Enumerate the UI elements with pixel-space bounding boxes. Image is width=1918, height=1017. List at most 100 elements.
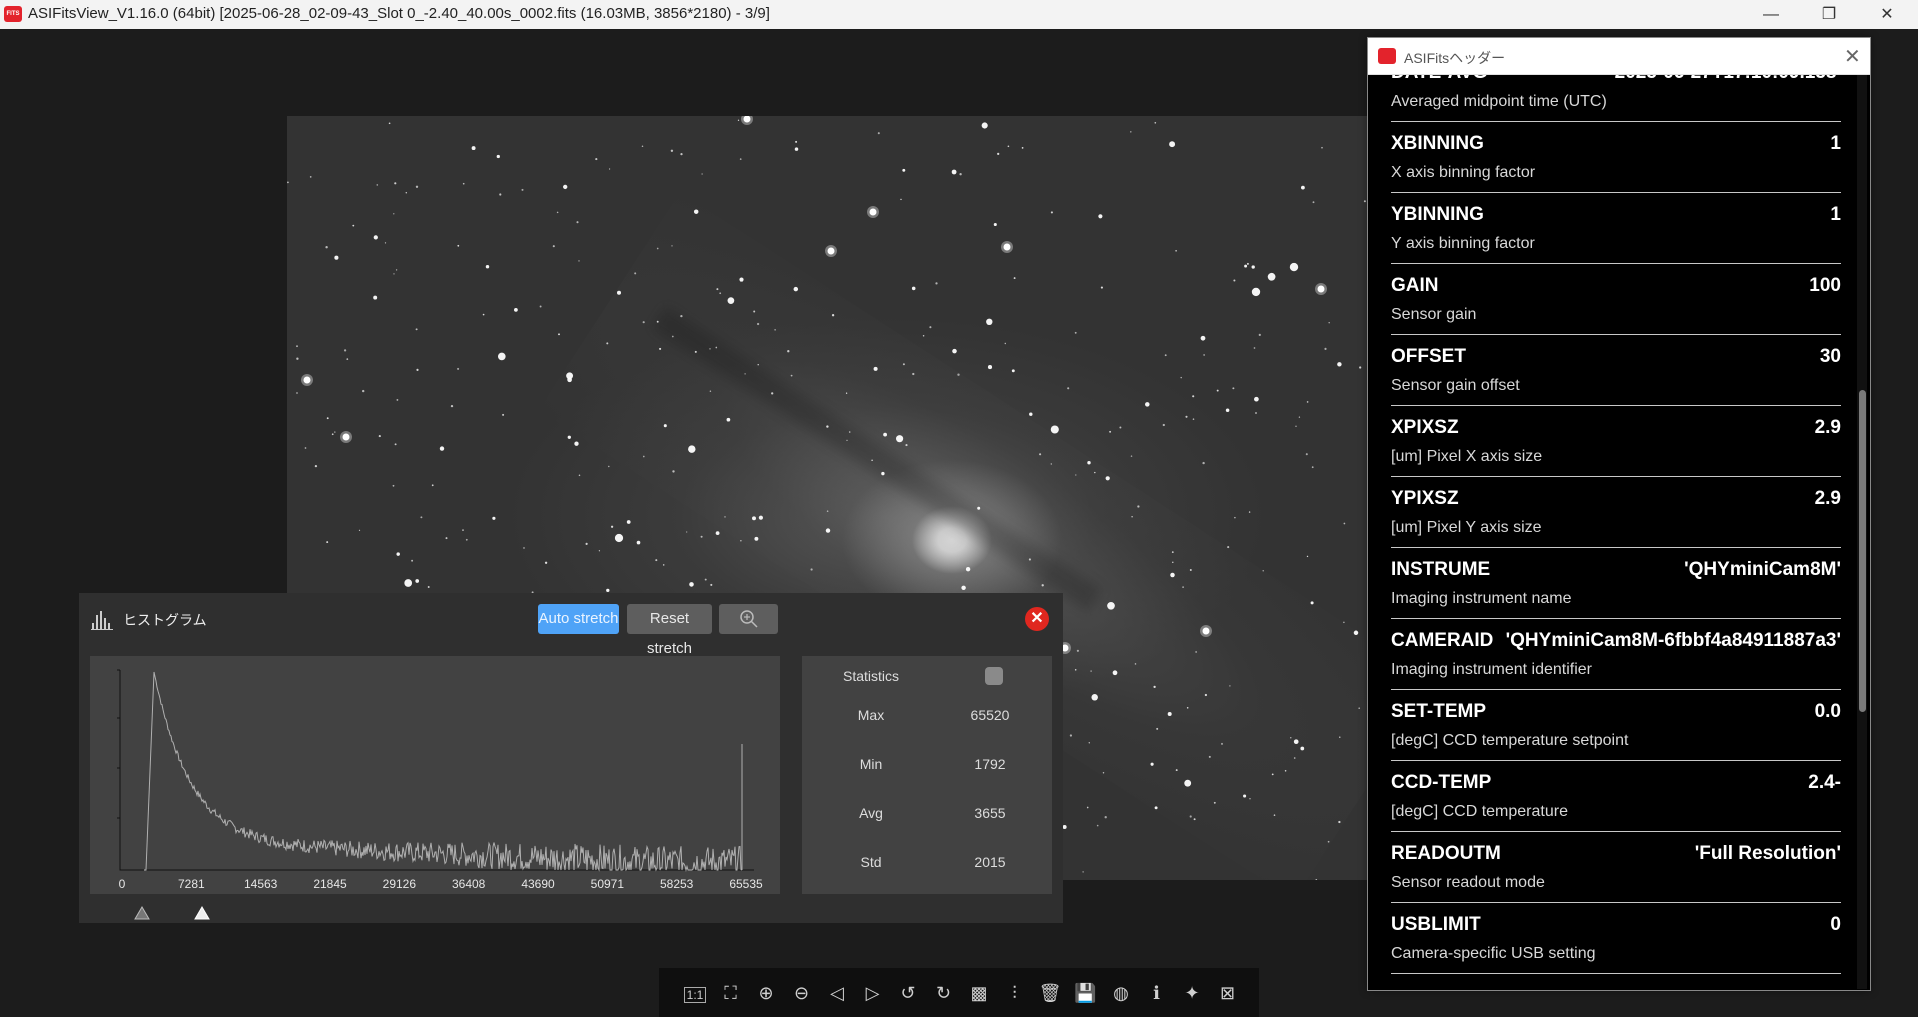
star — [411, 559, 414, 562]
actual-size-button[interactable]: 1:1 — [682, 980, 708, 1006]
star — [496, 154, 500, 159]
star — [986, 318, 993, 325]
star — [1137, 505, 1140, 508]
star — [753, 310, 756, 313]
star — [1112, 670, 1118, 676]
star — [1172, 561, 1174, 564]
star — [523, 547, 525, 549]
star — [287, 181, 289, 184]
zoom-in-button[interactable]: ⊕ — [753, 980, 779, 1006]
x-tick-label: 36408 — [452, 877, 486, 891]
stretch-icon: ◍ — [1113, 983, 1129, 1003]
star — [609, 168, 611, 170]
star — [1306, 555, 1309, 558]
star — [1153, 685, 1156, 689]
star — [1233, 279, 1236, 282]
zoom-out-button[interactable]: ⊖ — [789, 980, 815, 1006]
star — [719, 292, 722, 295]
star — [1100, 286, 1103, 289]
restore-button[interactable]: ❐ — [1806, 0, 1852, 29]
star — [1082, 871, 1084, 873]
star — [1246, 262, 1249, 265]
star — [358, 529, 361, 531]
star — [567, 435, 571, 439]
star — [384, 242, 387, 244]
star — [1295, 425, 1297, 427]
star — [1271, 773, 1274, 776]
header-key: OFFSET — [1391, 346, 1466, 367]
debayer-icon: ▩ — [970, 983, 988, 1003]
star — [1062, 824, 1067, 830]
debayer-button[interactable]: ▩ — [966, 980, 992, 1006]
star — [457, 244, 460, 247]
histogram-button[interactable]: ⫶ — [1002, 980, 1028, 1006]
star — [1102, 772, 1105, 774]
star — [1184, 779, 1192, 787]
fit-window-button[interactable]: ⛶ — [718, 980, 744, 1006]
star — [715, 346, 718, 349]
crop-button[interactable]: ⊠ — [1215, 980, 1241, 1006]
white-point-slider[interactable] — [194, 906, 210, 920]
delete-button[interactable]: 🗑 — [1037, 980, 1063, 1006]
close-icon: ✕ — [1880, 6, 1894, 23]
histogram-plot[interactable]: 0 7281 14563 21845 29126 36408 43690 50971 58253… — [90, 656, 780, 894]
rotate-right-button[interactable]: ↻ — [931, 980, 957, 1006]
star — [376, 184, 379, 186]
star — [626, 520, 631, 524]
histogram-icon: ⫶ — [1012, 983, 1017, 1003]
bright-star — [1202, 627, 1210, 635]
star — [883, 432, 887, 437]
star — [558, 333, 560, 336]
star-detect-button[interactable]: ✦ — [1179, 980, 1205, 1006]
reset-stretch-button[interactable]: Reset stretch — [627, 604, 712, 657]
star — [905, 444, 908, 447]
star — [514, 308, 518, 312]
header-description: Sensor gain offset — [1391, 377, 1520, 394]
fits-header-button[interactable]: ℹ — [1144, 980, 1170, 1006]
star — [671, 335, 674, 338]
star — [987, 365, 993, 370]
x-tick-label: 58253 — [660, 877, 694, 891]
previous-button[interactable]: ◁ — [824, 980, 850, 1006]
header-description: X axis binning factor — [1391, 164, 1536, 181]
stretch-button[interactable]: ◍ — [1108, 980, 1134, 1006]
header-panel-titlebar: ASIFitsヘッダー ✕ — [1368, 38, 1870, 75]
header-panel-close-button[interactable]: ✕ — [1844, 44, 1861, 69]
histogram-icon — [91, 611, 113, 630]
header-key: INSTRUME — [1391, 559, 1491, 580]
header-entry-list[interactable]: DATE-AVG '2025-06-27T17:10:09.158' Average… — [1368, 70, 1870, 990]
header-key: READOUTM — [1391, 843, 1501, 864]
star — [911, 286, 916, 291]
histogram-zoom-button[interactable] — [719, 604, 778, 634]
star — [694, 350, 697, 353]
close-circle-icon: ✕ — [1030, 610, 1044, 627]
minimize-button[interactable]: — — [1748, 0, 1794, 29]
star — [1170, 572, 1175, 578]
star — [1169, 141, 1176, 148]
statistics-checkbox[interactable] — [985, 667, 1003, 685]
star — [680, 152, 683, 156]
star — [659, 347, 662, 350]
star — [396, 552, 400, 556]
star — [795, 140, 798, 143]
auto-stretch-button[interactable]: Auto stretch — [538, 604, 619, 634]
close-window-button[interactable]: ✕ — [1864, 0, 1910, 29]
black-point-slider[interactable] — [134, 906, 150, 920]
star — [636, 540, 641, 545]
star — [1243, 794, 1247, 798]
star — [671, 245, 673, 247]
stat-label: Max — [857, 707, 885, 723]
star — [1098, 214, 1103, 219]
star — [935, 282, 938, 285]
rotate-left-button[interactable]: ↺ — [895, 980, 921, 1006]
save-button[interactable]: 💾 — [1073, 980, 1099, 1006]
star — [1134, 663, 1137, 665]
star — [1086, 806, 1089, 809]
star — [396, 398, 399, 401]
next-button[interactable]: ▷ — [860, 980, 886, 1006]
star — [1076, 649, 1079, 652]
star — [1251, 265, 1255, 269]
star — [794, 147, 799, 151]
header-scrollbar-thumb[interactable] — [1859, 390, 1866, 712]
histogram-close-button[interactable]: ✕ — [1025, 607, 1049, 631]
